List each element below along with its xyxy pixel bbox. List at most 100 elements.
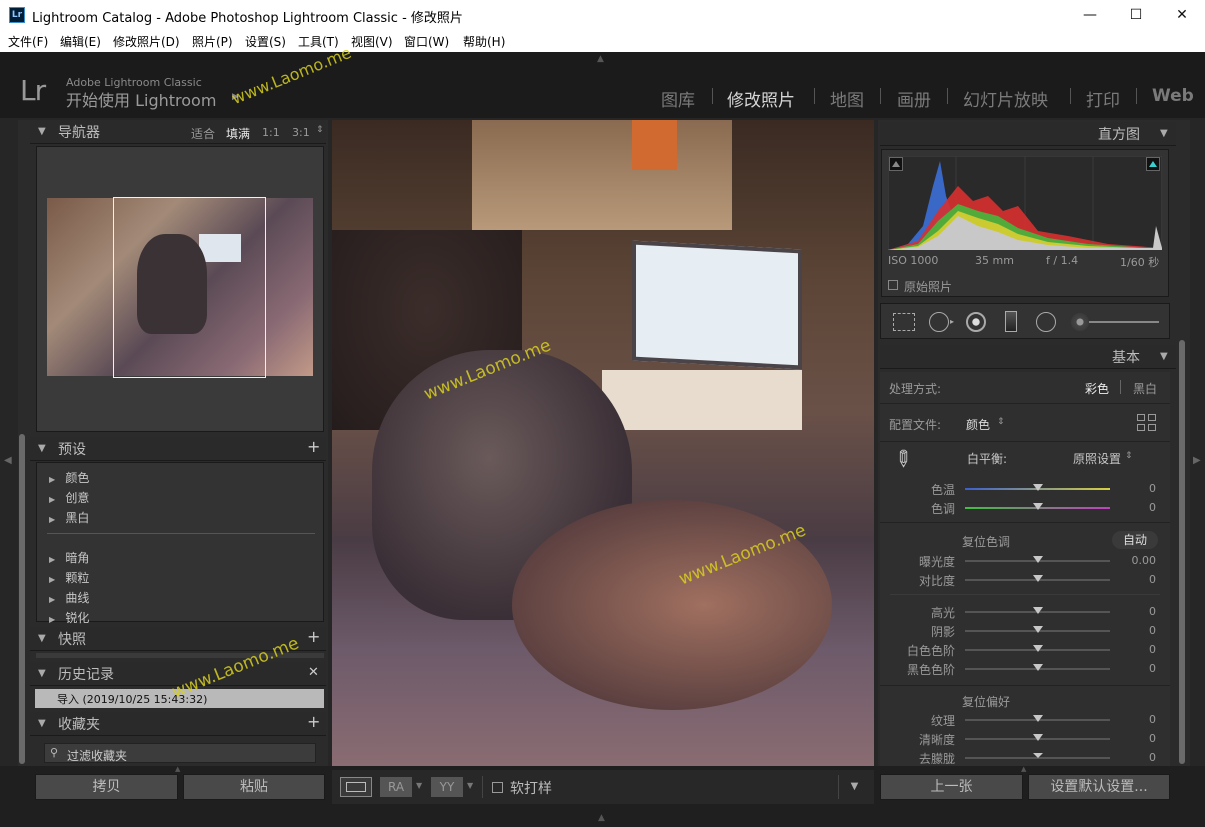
- menu-help[interactable]: 帮助(H): [463, 33, 505, 50]
- adjustment-brush-icon[interactable]: [1071, 313, 1089, 331]
- auto-tone-button[interactable]: 自动: [1112, 531, 1158, 549]
- shadows-slider-knob[interactable]: [1033, 626, 1043, 633]
- adjustment-brush-slider[interactable]: [1089, 321, 1159, 323]
- preset-folder[interactable]: ▶ 创意: [49, 487, 89, 507]
- brand-line-2[interactable]: 开始使用 Lightroom: [66, 87, 216, 111]
- collection-filter-field[interactable]: ⚲ 过滤收藏夹: [44, 743, 316, 763]
- navigator-header[interactable]: ▼ 导航器 适合 填满 1:1 3:1 ⇕: [30, 120, 326, 144]
- maximize-button[interactable]: ☐: [1113, 0, 1159, 30]
- zoom-3-1[interactable]: 3:1: [292, 126, 310, 139]
- blacks-value[interactable]: 0: [1126, 662, 1156, 675]
- histogram-header[interactable]: 直方图 ▼: [880, 122, 1176, 146]
- menu-view[interactable]: 视图(V): [351, 33, 393, 50]
- zoom-fill[interactable]: 填满: [226, 125, 250, 142]
- crop-tool-icon[interactable]: [893, 313, 915, 331]
- profile-browser-icon[interactable]: [1137, 414, 1157, 432]
- texture-value[interactable]: 0: [1126, 713, 1156, 726]
- highlight-clipping-button[interactable]: [1146, 157, 1160, 171]
- whites-value[interactable]: 0: [1126, 643, 1156, 656]
- red-eye-icon[interactable]: [966, 312, 986, 332]
- collapse-bottom-icon[interactable]: ▲: [598, 813, 605, 823]
- preset-folder[interactable]: ▶ 暗角: [49, 547, 89, 567]
- basic-header[interactable]: 基本 ▼: [880, 345, 1176, 369]
- clear-history-icon[interactable]: ✕: [308, 665, 319, 680]
- spot-removal-icon[interactable]: [929, 312, 949, 332]
- module-web[interactable]: Web: [1152, 86, 1194, 106]
- preset-folder[interactable]: ▶ 黑白: [49, 507, 89, 527]
- module-slideshow[interactable]: 幻灯片放映: [963, 86, 1048, 111]
- profile-dropdown[interactable]: 颜色: [966, 416, 990, 433]
- module-print[interactable]: 打印: [1086, 86, 1120, 111]
- zoom-fit[interactable]: 适合: [191, 125, 215, 142]
- texture-slider-knob[interactable]: [1033, 715, 1043, 722]
- softproof-checkbox[interactable]: [492, 782, 503, 793]
- collapse-left-icon[interactable]: ◀: [4, 455, 12, 466]
- exposure-value[interactable]: 0.00: [1126, 554, 1157, 567]
- shadows-value[interactable]: 0: [1126, 624, 1156, 637]
- menu-window[interactable]: 窗口(W): [404, 33, 449, 50]
- preset-folder[interactable]: ▶ 颗粒: [49, 567, 89, 587]
- clarity-slider-knob[interactable]: [1033, 734, 1043, 741]
- navigator-view-box[interactable]: [113, 197, 266, 378]
- dropdown-arrow-icon[interactable]: ▼: [416, 781, 422, 790]
- tint-value[interactable]: 0: [1126, 501, 1156, 514]
- dropdown-arrow-icon[interactable]: ▼: [467, 781, 473, 790]
- add-snapshot-icon[interactable]: +: [307, 627, 320, 646]
- shadow-clipping-button[interactable]: [889, 157, 903, 171]
- resize-handle-icon[interactable]: ▲: [175, 765, 180, 773]
- preset-folder[interactable]: ▶ 颜色: [49, 467, 89, 487]
- treatment-color-option[interactable]: 彩色: [1085, 380, 1109, 397]
- highlights-slider-knob[interactable]: [1033, 607, 1043, 614]
- preset-folder[interactable]: ▶ 曲线: [49, 587, 89, 607]
- treatment-bw-option[interactable]: 黑白: [1133, 380, 1157, 397]
- module-library[interactable]: 图库: [661, 86, 695, 111]
- zoom-1-1[interactable]: 1:1: [262, 126, 280, 139]
- menu-photo[interactable]: 照片(P): [192, 33, 233, 50]
- temp-value[interactable]: 0: [1126, 482, 1156, 495]
- loupe-view-button[interactable]: [340, 777, 372, 797]
- resize-handle-icon[interactable]: ▲: [1021, 765, 1026, 773]
- photo-canvas[interactable]: [332, 120, 874, 766]
- collapse-top-icon[interactable]: ▲: [597, 54, 604, 64]
- module-map[interactable]: 地图: [830, 86, 864, 111]
- clarity-value[interactable]: 0: [1126, 732, 1156, 745]
- menu-file[interactable]: 文件(F): [8, 33, 48, 50]
- add-preset-icon[interactable]: +: [307, 437, 320, 456]
- dehaze-value[interactable]: 0: [1126, 751, 1156, 765]
- dehaze-slider-knob[interactable]: [1033, 753, 1043, 758]
- tint-slider-knob[interactable]: [1033, 503, 1043, 510]
- contrast-slider-knob[interactable]: [1033, 575, 1043, 582]
- add-collection-icon[interactable]: +: [307, 712, 320, 731]
- collections-header[interactable]: ▼ 收藏夹 +: [30, 712, 326, 736]
- highlights-value[interactable]: 0: [1126, 605, 1156, 618]
- profile-stepper-icon[interactable]: ⇕: [997, 417, 1005, 427]
- wb-dropdown[interactable]: 原照设置: [1073, 450, 1121, 467]
- zoom-stepper-icon[interactable]: ⇕: [316, 125, 324, 135]
- menu-edit[interactable]: 编辑(E): [60, 33, 101, 50]
- radial-filter-icon[interactable]: [1036, 312, 1056, 332]
- wb-stepper-icon[interactable]: ⇕: [1125, 451, 1133, 461]
- paste-button[interactable]: 粘贴: [183, 774, 325, 800]
- before-after-yy-button[interactable]: YY: [431, 777, 463, 797]
- menu-develop[interactable]: 修改照片(D): [113, 33, 180, 50]
- graduated-filter-icon[interactable]: [1005, 311, 1017, 332]
- menu-settings[interactable]: 设置(S): [245, 33, 286, 50]
- module-develop[interactable]: 修改照片: [727, 86, 795, 111]
- previous-button[interactable]: 上一张: [880, 774, 1023, 800]
- temp-slider-knob[interactable]: [1033, 484, 1043, 491]
- reset-defaults-button[interactable]: 设置默认设置...: [1028, 774, 1170, 800]
- whites-slider-knob[interactable]: [1033, 645, 1043, 652]
- right-scrollbar[interactable]: [1179, 340, 1185, 764]
- minimize-button[interactable]: —: [1067, 0, 1113, 30]
- contrast-value[interactable]: 0: [1126, 573, 1156, 586]
- before-after-ra-button[interactable]: RA: [380, 777, 412, 797]
- close-button[interactable]: ✕: [1159, 0, 1205, 30]
- exposure-slider-knob[interactable]: [1033, 556, 1043, 563]
- module-book[interactable]: 画册: [897, 86, 931, 111]
- collapse-right-icon[interactable]: ▶: [1193, 455, 1201, 466]
- blacks-slider-knob[interactable]: [1033, 664, 1043, 671]
- presets-header[interactable]: ▼ 预设 +: [30, 437, 326, 461]
- left-scrollbar[interactable]: [19, 434, 25, 764]
- original-photo-checkbox[interactable]: [888, 280, 898, 290]
- copy-button[interactable]: 拷贝: [35, 774, 178, 800]
